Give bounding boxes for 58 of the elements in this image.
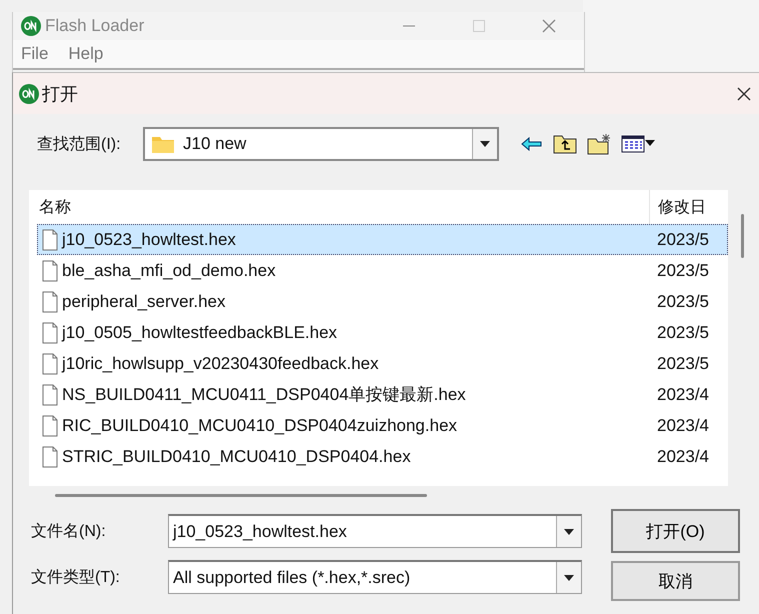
- file-row[interactable]: j10_0505_howltestfeedbackBLE.hex 2023/5: [37, 317, 728, 348]
- file-type-label: 文件类型(T):: [30, 568, 121, 588]
- file-name: NS_BUILD0411_MCU0411_DSP0404单按键最新.hex: [62, 384, 466, 406]
- caret-icon: [564, 528, 574, 534]
- caret-icon: [564, 574, 574, 580]
- caret-icon: [480, 141, 490, 147]
- dialog-title: 打开: [42, 82, 79, 106]
- file-name: RIC_BUILD0410_MCU0410_DSP0404zuizhong.hex: [62, 416, 458, 436]
- file-row[interactable]: peripheral_server.hex 2023/5: [37, 286, 728, 317]
- back-arrow-icon[interactable]: [521, 137, 543, 151]
- modified-date: 2023/5: [656, 292, 710, 312]
- window-title: Flash Loader: [45, 16, 146, 36]
- file-row[interactable]: RIC_BUILD0410_MCU0410_DSP0404zuizhong.hex 2023/4: [37, 410, 728, 441]
- file-row[interactable]: j10_0523_howltest.hex 2023/5: [37, 224, 728, 255]
- file-name: STRIC_BUILD0410_MCU0410_DSP0404.hex: [62, 446, 411, 466]
- file-icon: [42, 384, 58, 406]
- modified-date: 2023/4: [656, 446, 710, 466]
- new-folder-icon[interactable]: [587, 133, 611, 155]
- modified-date: 2023/5: [656, 230, 710, 250]
- close-icon[interactable]: [737, 86, 751, 100]
- up-folder-icon[interactable]: [553, 133, 577, 155]
- file-name: ble_asha_mfi_od_demo.hex: [62, 260, 276, 280]
- modified-date: 2023/5: [656, 260, 710, 280]
- file-name-field[interactable]: j10_0523_howltest.hex: [168, 514, 582, 548]
- modified-date: 2023/4: [656, 416, 710, 436]
- file-type-dropdown[interactable]: All supported files (*.hex,*.srec): [168, 560, 582, 594]
- file-icon: [42, 228, 58, 250]
- file-name: j10ric_howlsupp_v20230430feedback.hex: [62, 354, 379, 374]
- open-button[interactable]: 打开(O): [611, 509, 740, 553]
- menu-item[interactable]: File: [21, 44, 48, 64]
- file-icon: [42, 414, 58, 436]
- file-icon: [42, 290, 58, 312]
- modified-date: 2023/4: [656, 384, 710, 404]
- file-icon: [42, 260, 58, 282]
- look-in-dropdown[interactable]: J10 new: [143, 127, 499, 161]
- cancel-button[interactable]: 取消: [611, 561, 740, 601]
- file-icon: [42, 322, 58, 344]
- file-name-label: 文件名(N):: [30, 522, 107, 542]
- app-logo-icon: [21, 16, 41, 36]
- view-menu-icon[interactable]: [621, 134, 655, 154]
- file-icon: [42, 446, 58, 468]
- file-name: peripheral_server.hex: [62, 292, 226, 312]
- look-in-label: 查找范围(I):: [36, 134, 122, 154]
- file-row[interactable]: STRIC_BUILD0410_MCU0410_DSP0404.hex 2023/4: [37, 441, 728, 472]
- file-row[interactable]: j10ric_howlsupp_v20230430feedback.hex 2023/5: [37, 348, 728, 379]
- modified-date: 2023/5: [656, 354, 710, 374]
- file-icon: [42, 352, 58, 374]
- file-row[interactable]: ble_asha_mfi_od_demo.hex 2023/5: [37, 255, 728, 286]
- dialog-logo-icon: [19, 84, 39, 104]
- file-name: j10_0505_howltestfeedbackBLE.hex: [62, 322, 338, 342]
- column-header[interactable]: 名称: [29, 196, 649, 218]
- menu-item[interactable]: Help: [68, 44, 104, 64]
- file-name: j10_0523_howltest.hex: [62, 230, 236, 250]
- file-row[interactable]: NS_BUILD0411_MCU0411_DSP0404单按键最新.hex 2023/4: [37, 379, 728, 410]
- horizontal-scrollbar[interactable]: [55, 494, 427, 497]
- vertical-scrollbar[interactable]: [741, 214, 744, 258]
- folder-icon: [151, 134, 175, 154]
- modified-date: 2023/5: [656, 322, 710, 342]
